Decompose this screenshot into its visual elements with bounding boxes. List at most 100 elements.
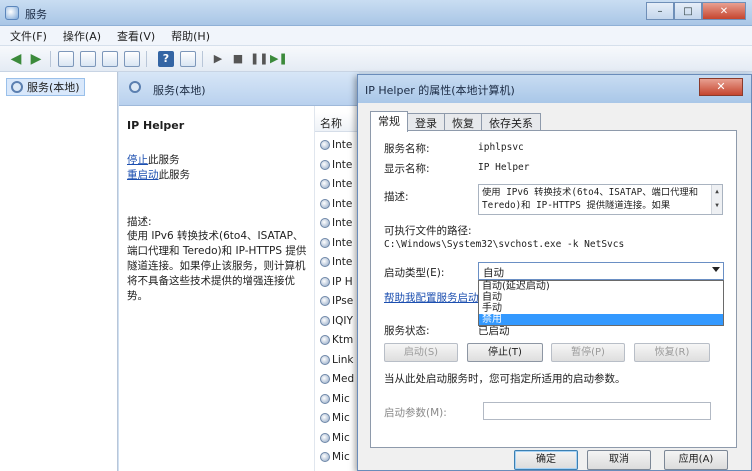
stop-service-line: 停止此服务 <box>127 152 180 167</box>
services-list: 名称 Inte Inte Inte Inte Inte Inte Inte IP H IPse I… <box>314 106 360 471</box>
service-row-name: Inte <box>332 197 353 210</box>
service-name-value: iphlpsvc <box>478 142 524 153</box>
refresh-icon[interactable] <box>102 51 118 67</box>
gear-icon <box>320 296 330 306</box>
description-scrollbar[interactable]: ▲ ▼ <box>711 185 722 214</box>
gear-icon <box>320 413 330 423</box>
restart-service-icon[interactable]: ▶❚ <box>270 51 288 67</box>
stop-service-link[interactable]: 停止 <box>127 154 148 166</box>
service-row[interactable]: Mic <box>320 448 360 466</box>
service-row[interactable]: Link <box>320 351 360 369</box>
panel-title: 服务(本地) <box>153 84 206 97</box>
gear-icon <box>320 354 330 365</box>
service-row[interactable]: Ktm <box>320 331 360 349</box>
service-row[interactable]: Med <box>320 370 360 388</box>
extended-description-panel: IP Helper 停止此服务 重启动此服务 描述: 使用 IPv6 转换技术(… <box>119 106 314 471</box>
properties-icon[interactable] <box>80 51 96 67</box>
startup-option-automatic-delayed[interactable]: 自动(延迟启动) <box>479 281 723 292</box>
gear-icon <box>320 452 330 462</box>
gear-icon <box>320 393 330 404</box>
exe-path-label: 可执行文件的路径: <box>384 225 472 237</box>
restart-service-link[interactable]: 重启动 <box>127 169 159 181</box>
tab-dependencies[interactable]: 依存关系 <box>481 113 541 131</box>
service-row[interactable]: IPse <box>320 292 360 310</box>
service-row[interactable]: Inte <box>320 195 360 213</box>
exe-path-value: C:\Windows\System32\svchost.exe -k NetSv… <box>384 239 625 250</box>
pause-button[interactable]: 暂停(P) <box>551 343 625 362</box>
console-tree-icon[interactable] <box>58 51 74 67</box>
service-row-name: Inte <box>332 236 353 249</box>
forward-arrow-icon[interactable]: ▶ <box>28 51 44 67</box>
service-row[interactable]: Inte <box>320 214 360 232</box>
stop-service-icon[interactable]: ■ <box>230 51 246 67</box>
gear-icon <box>320 159 330 170</box>
menu-bar: 文件(F) 操作(A) 查看(V) 帮助(H) <box>0 26 752 46</box>
display-name-label: 显示名称: <box>384 163 430 175</box>
stop-button[interactable]: 停止(T) <box>467 343 543 362</box>
service-row-name: Link <box>332 353 354 366</box>
description-text: 使用 IPv6 转换技术(6to4、ISATAP、端口代理和 Teredo)和 … <box>127 230 307 302</box>
menu-file[interactable]: 文件(F) <box>10 28 47 44</box>
service-row-name: Inte <box>332 158 353 171</box>
tab-general[interactable]: 常规 <box>370 111 408 132</box>
cancel-button[interactable]: 取消 <box>587 450 651 470</box>
gear-icon <box>320 374 330 384</box>
startup-type-select[interactable]: 自动 <box>478 262 724 280</box>
dialog-titlebar: IP Helper 的属性(本地计算机) ✕ <box>358 75 751 103</box>
menu-help[interactable]: 帮助(H) <box>171 28 210 44</box>
start-params-input[interactable] <box>483 402 711 420</box>
dialog-close-button[interactable]: ✕ <box>699 78 743 96</box>
services-app-icon <box>5 6 19 20</box>
display-name-value: IP Helper <box>478 162 530 173</box>
service-row[interactable]: Inte <box>320 234 360 252</box>
apply-button[interactable]: 应用(A) <box>664 450 728 470</box>
startup-option-manual[interactable]: 手动 <box>479 303 723 314</box>
back-arrow-icon[interactable]: ◀ <box>8 51 24 67</box>
show-hide-icon[interactable] <box>180 51 196 67</box>
resume-button[interactable]: 恢复(R) <box>634 343 710 362</box>
menu-action[interactable]: 操作(A) <box>63 28 101 44</box>
description-textbox[interactable]: 使用 IPv6 转换技术(6to4、ISATAP、端口代理和 Teredo)和 … <box>478 184 723 215</box>
service-row[interactable]: Inte <box>320 253 360 271</box>
gear-icon <box>320 198 330 209</box>
service-row[interactable]: Mic <box>320 429 360 447</box>
menu-view[interactable]: 查看(V) <box>117 28 155 44</box>
service-row[interactable]: Inte <box>320 136 360 154</box>
service-row[interactable]: Mic <box>320 390 360 408</box>
description-value: 使用 IPv6 转换技术(6to4、ISATAP、端口代理和 Teredo)和 … <box>482 187 699 211</box>
startup-option-disabled[interactable]: 禁用 <box>479 314 723 325</box>
tab-recovery[interactable]: 恢复 <box>444 113 482 131</box>
service-row-name: IPse <box>332 295 354 307</box>
pause-service-icon[interactable]: ❚❚ <box>250 51 268 67</box>
startup-option-automatic[interactable]: 自动 <box>479 292 723 303</box>
service-row[interactable]: Inte <box>320 156 360 174</box>
minimize-button[interactable]: – <box>646 2 674 20</box>
tab-logon[interactable]: 登录 <box>407 113 445 131</box>
gear-icon <box>320 276 330 287</box>
tree-item-services-local[interactable]: 服务(本地) <box>6 78 85 96</box>
start-service-icon[interactable]: ▶ <box>210 51 226 67</box>
ok-button[interactable]: 确定 <box>514 450 578 470</box>
service-name-label: 服务名称: <box>384 143 430 155</box>
service-row[interactable]: Inte <box>320 175 360 193</box>
service-row[interactable]: IQIY <box>320 312 360 330</box>
close-button[interactable]: ✕ <box>702 2 746 20</box>
service-row-name: Mic <box>332 431 350 444</box>
service-row[interactable]: IP H <box>320 273 360 291</box>
toolbar: ◀ ▶ ? ▶ ■ ❚❚ ▶❚ <box>0 46 752 72</box>
export-list-icon[interactable] <box>124 51 140 67</box>
start-params-hint: 当从此处启动服务时，您可指定所适用的启动参数。 <box>384 373 626 385</box>
column-header-name[interactable]: 名称 <box>315 112 359 132</box>
description-label: 描述: <box>127 216 152 228</box>
stop-service-suffix: 此服务 <box>148 154 180 166</box>
start-button[interactable]: 启动(S) <box>384 343 458 362</box>
service-row-name: Mic <box>332 451 350 463</box>
gear-icon <box>320 140 330 150</box>
service-row-name: Mic <box>332 412 350 424</box>
help-icon[interactable]: ? <box>158 51 174 67</box>
maximize-button[interactable]: □ <box>674 2 702 20</box>
service-status-label: 服务状态: <box>384 325 430 337</box>
window-titlebar: 服务 – □ ✕ <box>0 0 752 26</box>
service-row[interactable]: Mic <box>320 409 360 427</box>
gear-icon <box>320 432 330 443</box>
